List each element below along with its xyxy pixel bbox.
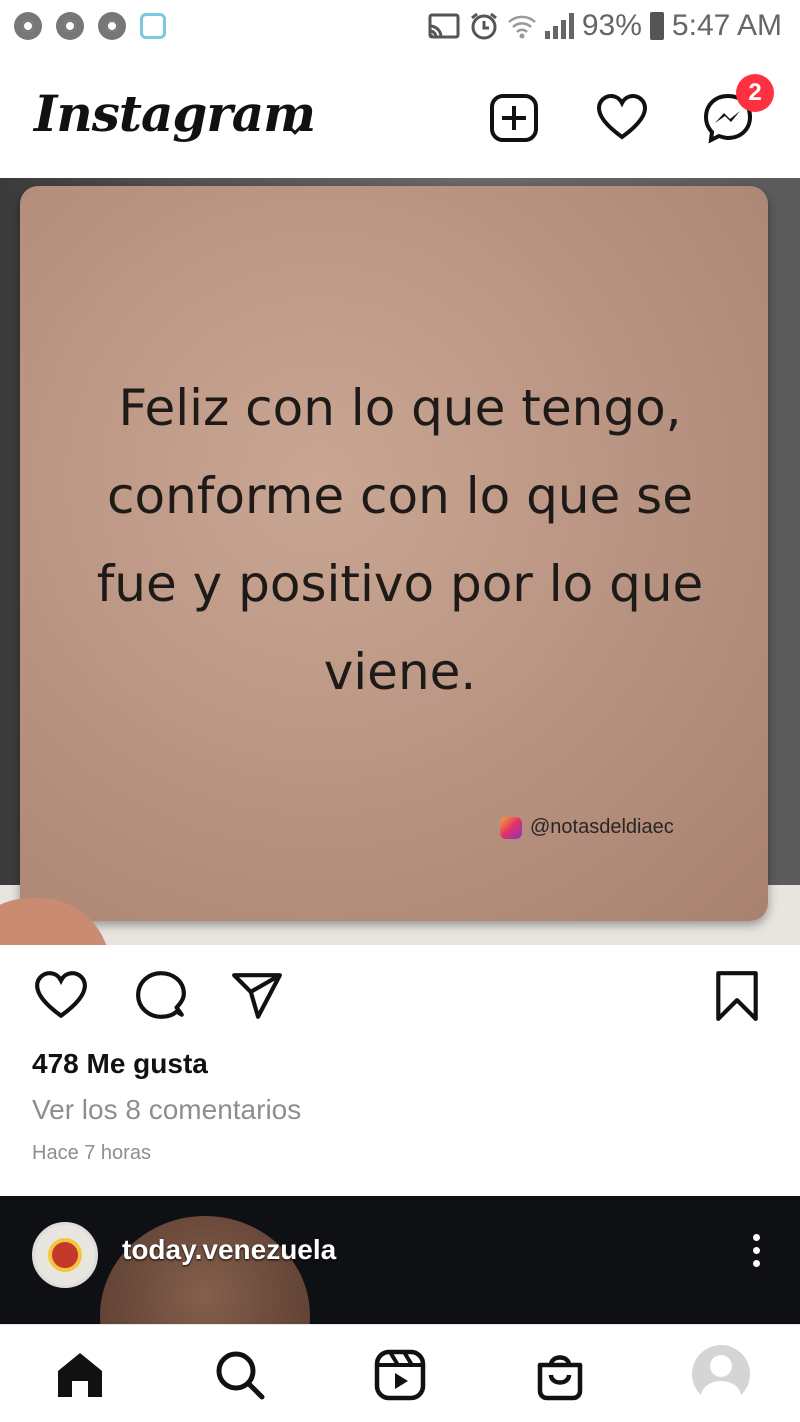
next-post-header: today.venezuela bbox=[0, 1196, 800, 1324]
activity-button[interactable] bbox=[596, 92, 648, 144]
comment-button[interactable] bbox=[134, 969, 188, 1023]
battery-percent: 93% bbox=[581, 9, 642, 42]
comment-icon bbox=[136, 971, 186, 1019]
clock: 5:47 AM bbox=[671, 9, 782, 42]
share-icon bbox=[232, 973, 282, 1019]
alarm-icon bbox=[470, 12, 497, 40]
quote-text: Feliz con lo que tengo, conforme con lo … bbox=[96, 379, 704, 701]
messenger-button[interactable]: 2 bbox=[702, 74, 774, 144]
nav-reels[interactable] bbox=[372, 1347, 428, 1403]
nav-home[interactable] bbox=[52, 1347, 108, 1403]
post-timestamp: Hace 7 horas bbox=[32, 1142, 151, 1164]
bottom-nav bbox=[0, 1324, 800, 1422]
home-icon bbox=[58, 1353, 102, 1397]
notification-icons bbox=[14, 12, 166, 40]
quote-card: Feliz con lo que tengo, conforme con lo … bbox=[20, 186, 768, 921]
app-header: Instagram 2 bbox=[0, 56, 800, 178]
likes-count[interactable]: 478 Me gusta bbox=[32, 1048, 208, 1080]
search-icon bbox=[216, 1351, 265, 1400]
post-image[interactable]: Feliz con lo que tengo, conforme con lo … bbox=[0, 178, 800, 945]
new-post-button[interactable] bbox=[488, 92, 540, 144]
signal-icon bbox=[544, 13, 574, 39]
battery-icon bbox=[649, 12, 664, 40]
nav-shop[interactable] bbox=[532, 1347, 588, 1403]
profile-avatar[interactable] bbox=[692, 1345, 750, 1403]
wifi-icon bbox=[508, 15, 536, 39]
shop-icon bbox=[537, 1355, 583, 1401]
plus-square-icon bbox=[490, 94, 538, 142]
app-icon bbox=[140, 13, 166, 39]
post-actions bbox=[0, 945, 800, 1045]
more-vertical-icon[interactable] bbox=[753, 1234, 760, 1267]
post-username[interactable]: today.venezuela bbox=[122, 1234, 336, 1266]
like-button[interactable] bbox=[34, 969, 88, 1023]
image-watermark: @notasdeldiaec bbox=[500, 816, 674, 839]
share-button[interactable] bbox=[230, 969, 284, 1023]
chrome-icon bbox=[56, 12, 84, 40]
next-post-image bbox=[100, 1216, 310, 1324]
instagram-icon bbox=[500, 816, 522, 839]
messenger-badge: 2 bbox=[736, 74, 774, 112]
reels-icon bbox=[374, 1349, 426, 1401]
avatar-logo bbox=[48, 1238, 82, 1272]
save-button[interactable] bbox=[710, 969, 764, 1023]
system-icons: 93% 5:47 AM bbox=[427, 9, 782, 43]
nav-search[interactable] bbox=[212, 1347, 268, 1403]
status-bar: 93% 5:47 AM bbox=[0, 0, 800, 56]
instagram-logo[interactable]: Instagram bbox=[34, 84, 316, 143]
bookmark-icon bbox=[716, 971, 758, 1021]
avatar[interactable] bbox=[32, 1222, 98, 1288]
like-icon bbox=[35, 971, 87, 1019]
view-comments-link[interactable]: Ver los 8 comentarios bbox=[32, 1094, 301, 1126]
chrome-icon bbox=[98, 12, 126, 40]
watermark-handle: @notasdeldiaec bbox=[530, 816, 674, 838]
cast-icon bbox=[428, 13, 460, 39]
chrome-icon bbox=[14, 12, 42, 40]
heart-icon bbox=[596, 93, 648, 140]
